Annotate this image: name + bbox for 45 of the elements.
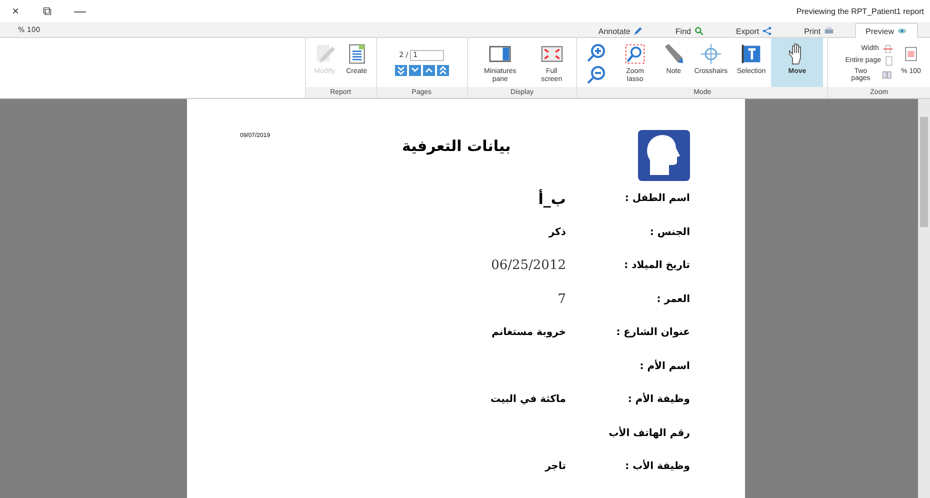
field-label: اسم الأم : — [638, 360, 690, 372]
ribbon-tab[interactable]: Find — [664, 23, 715, 38]
next-page-icon[interactable] — [408, 64, 421, 76]
pane-icon — [487, 43, 514, 65]
eye-icon — [897, 26, 907, 36]
report-title: بيانات التعرفية — [402, 137, 511, 155]
ribbon-tab[interactable]: Annotate — [587, 23, 654, 38]
last-page-icon[interactable] — [394, 64, 407, 76]
window-title: Previewing the RPT_Patient1 report — [796, 6, 924, 16]
zoom-lasso-icon — [624, 43, 646, 65]
two-pages-icon — [880, 70, 894, 80]
field-label: تاريخ الميلاد : — [623, 260, 690, 272]
field-value: ماكثة في البيت — [490, 394, 566, 406]
share-icon — [762, 26, 772, 36]
field-value: تاجر — [545, 461, 566, 472]
head-profile-logo-icon — [638, 130, 690, 181]
window-control[interactable]: ⧉ — [43, 4, 74, 18]
ribbon-tab[interactable]: Export — [724, 23, 784, 38]
width-icon — [882, 44, 894, 54]
fullscreen-icon — [538, 43, 565, 65]
field-label: وظيفة الأب : — [624, 461, 690, 472]
field-value: خروبة مستغانم — [492, 327, 566, 338]
page-icon — [884, 56, 894, 66]
pen-icon — [662, 43, 685, 65]
field-value: ذكر — [548, 226, 566, 238]
field-label: وظيفة الأم : — [626, 394, 690, 406]
field-label: الجنس : — [648, 226, 690, 238]
field-label: اسم الطفل : — [624, 193, 690, 204]
field-label: رقم الهاتف الأب — [608, 428, 690, 439]
field-value: 06/25/2012 — [491, 258, 566, 274]
pencil-icon — [633, 26, 644, 36]
field-label: العمر : — [656, 294, 690, 305]
window-control[interactable]: — — [74, 4, 105, 18]
ribbon-tab[interactable]: Preview — [854, 23, 918, 38]
text-select-icon — [740, 43, 762, 65]
scrollbar-thumb[interactable] — [920, 117, 928, 227]
field-label: عنوان الشارع : — [615, 327, 690, 338]
ribbon-tab[interactable]: Print — [793, 23, 845, 38]
first-page-icon[interactable] — [436, 64, 449, 76]
crosshair-icon — [700, 43, 722, 65]
previous-page-icon[interactable] — [422, 64, 435, 76]
field-value: ب_أ — [538, 190, 566, 208]
search-icon — [694, 26, 704, 36]
field-value: 7 — [558, 292, 566, 307]
window-control[interactable]: × — [12, 4, 43, 18]
